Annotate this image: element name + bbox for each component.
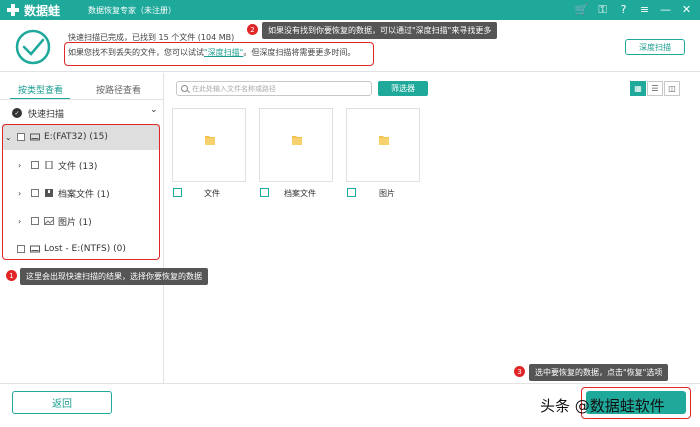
search-box[interactable]: 在此处输入文件名称或路径 (176, 81, 372, 96)
card-checkbox[interactable] (260, 188, 269, 197)
card-label: 档案文件 (284, 189, 316, 198)
back-button[interactable]: 返回 (12, 391, 112, 414)
folder-icon (292, 136, 302, 145)
annotation-badge-2: 2 (247, 24, 258, 35)
tab-by-type[interactable]: 按类型查看 (18, 83, 63, 96)
detail-view-icon[interactable]: ◫ (664, 81, 680, 96)
cart-icon[interactable]: 🛒 (574, 2, 589, 17)
annotation-box-tree (2, 124, 160, 260)
grid-view-icon[interactable]: ▦ (630, 81, 646, 96)
filter-button[interactable]: 筛选器 (378, 81, 428, 96)
annotation-badge-3: 3 (514, 366, 525, 377)
folder-icon (379, 136, 389, 145)
deep-scan-button[interactable]: 深度扫描 (625, 39, 685, 55)
card-checkbox[interactable] (173, 188, 182, 197)
annotation-box-hint (64, 42, 374, 66)
annotation-tooltip-2: 如果没有找到你要恢复的数据，可以通过"深度扫描"来寻找更多 (262, 22, 498, 39)
annotation-tooltip-1: 这里会出现快速扫描的结果，选择你要恢复的数据 (20, 268, 208, 285)
category-card-images[interactable] (346, 108, 420, 182)
close-icon[interactable]: ✕ (679, 2, 694, 17)
chevron-down-icon[interactable]: ⌄ (150, 105, 158, 115)
tab-by-path[interactable]: 按路径查看 (96, 83, 141, 96)
card-label: 文件 (204, 189, 220, 198)
check-circle-icon: ✓ (12, 108, 22, 118)
key-icon[interactable]: ⚿ (595, 2, 610, 17)
folder-icon (205, 136, 215, 145)
scan-complete-icon (15, 29, 51, 65)
category-card-files[interactable] (172, 108, 246, 182)
view-tabs: 按类型查看 按路径查看 (0, 79, 164, 100)
app-subtitle: 数据恢复专家（未注册） (88, 6, 176, 15)
minimize-icon[interactable]: — (658, 2, 673, 17)
view-mode-switch: ▦ ☰ ◫ (630, 81, 680, 96)
search-icon (181, 85, 188, 92)
window-controls: 🛒 ⚿ ? ≡ — ✕ (574, 2, 694, 17)
watermark: 头条 @数据蛙软件 (540, 397, 665, 415)
quick-scan-label: 快速扫描 (28, 110, 65, 120)
annotation-tooltip-3: 选中要恢复的数据，点击"恢复"选项 (529, 364, 669, 381)
menu-icon[interactable]: ≡ (637, 2, 652, 17)
card-checkbox[interactable] (347, 188, 356, 197)
list-view-icon[interactable]: ☰ (647, 81, 663, 96)
help-icon[interactable]: ? (616, 2, 631, 17)
search-placeholder: 在此处输入文件名称或路径 (192, 85, 276, 93)
tabs-divider (0, 99, 164, 100)
title-bar: 数据蛙 数据恢复专家（未注册） 🛒 ⚿ ? ≡ — ✕ (0, 0, 700, 20)
annotation-badge-1: 1 (6, 270, 17, 281)
logo-icon (6, 3, 20, 17)
app-name: 数据蛙 (24, 4, 61, 18)
quick-scan-row[interactable]: ✓ 快速扫描 ⌄ (0, 105, 164, 121)
card-label: 图片 (379, 189, 395, 198)
category-card-archives[interactable] (259, 108, 333, 182)
